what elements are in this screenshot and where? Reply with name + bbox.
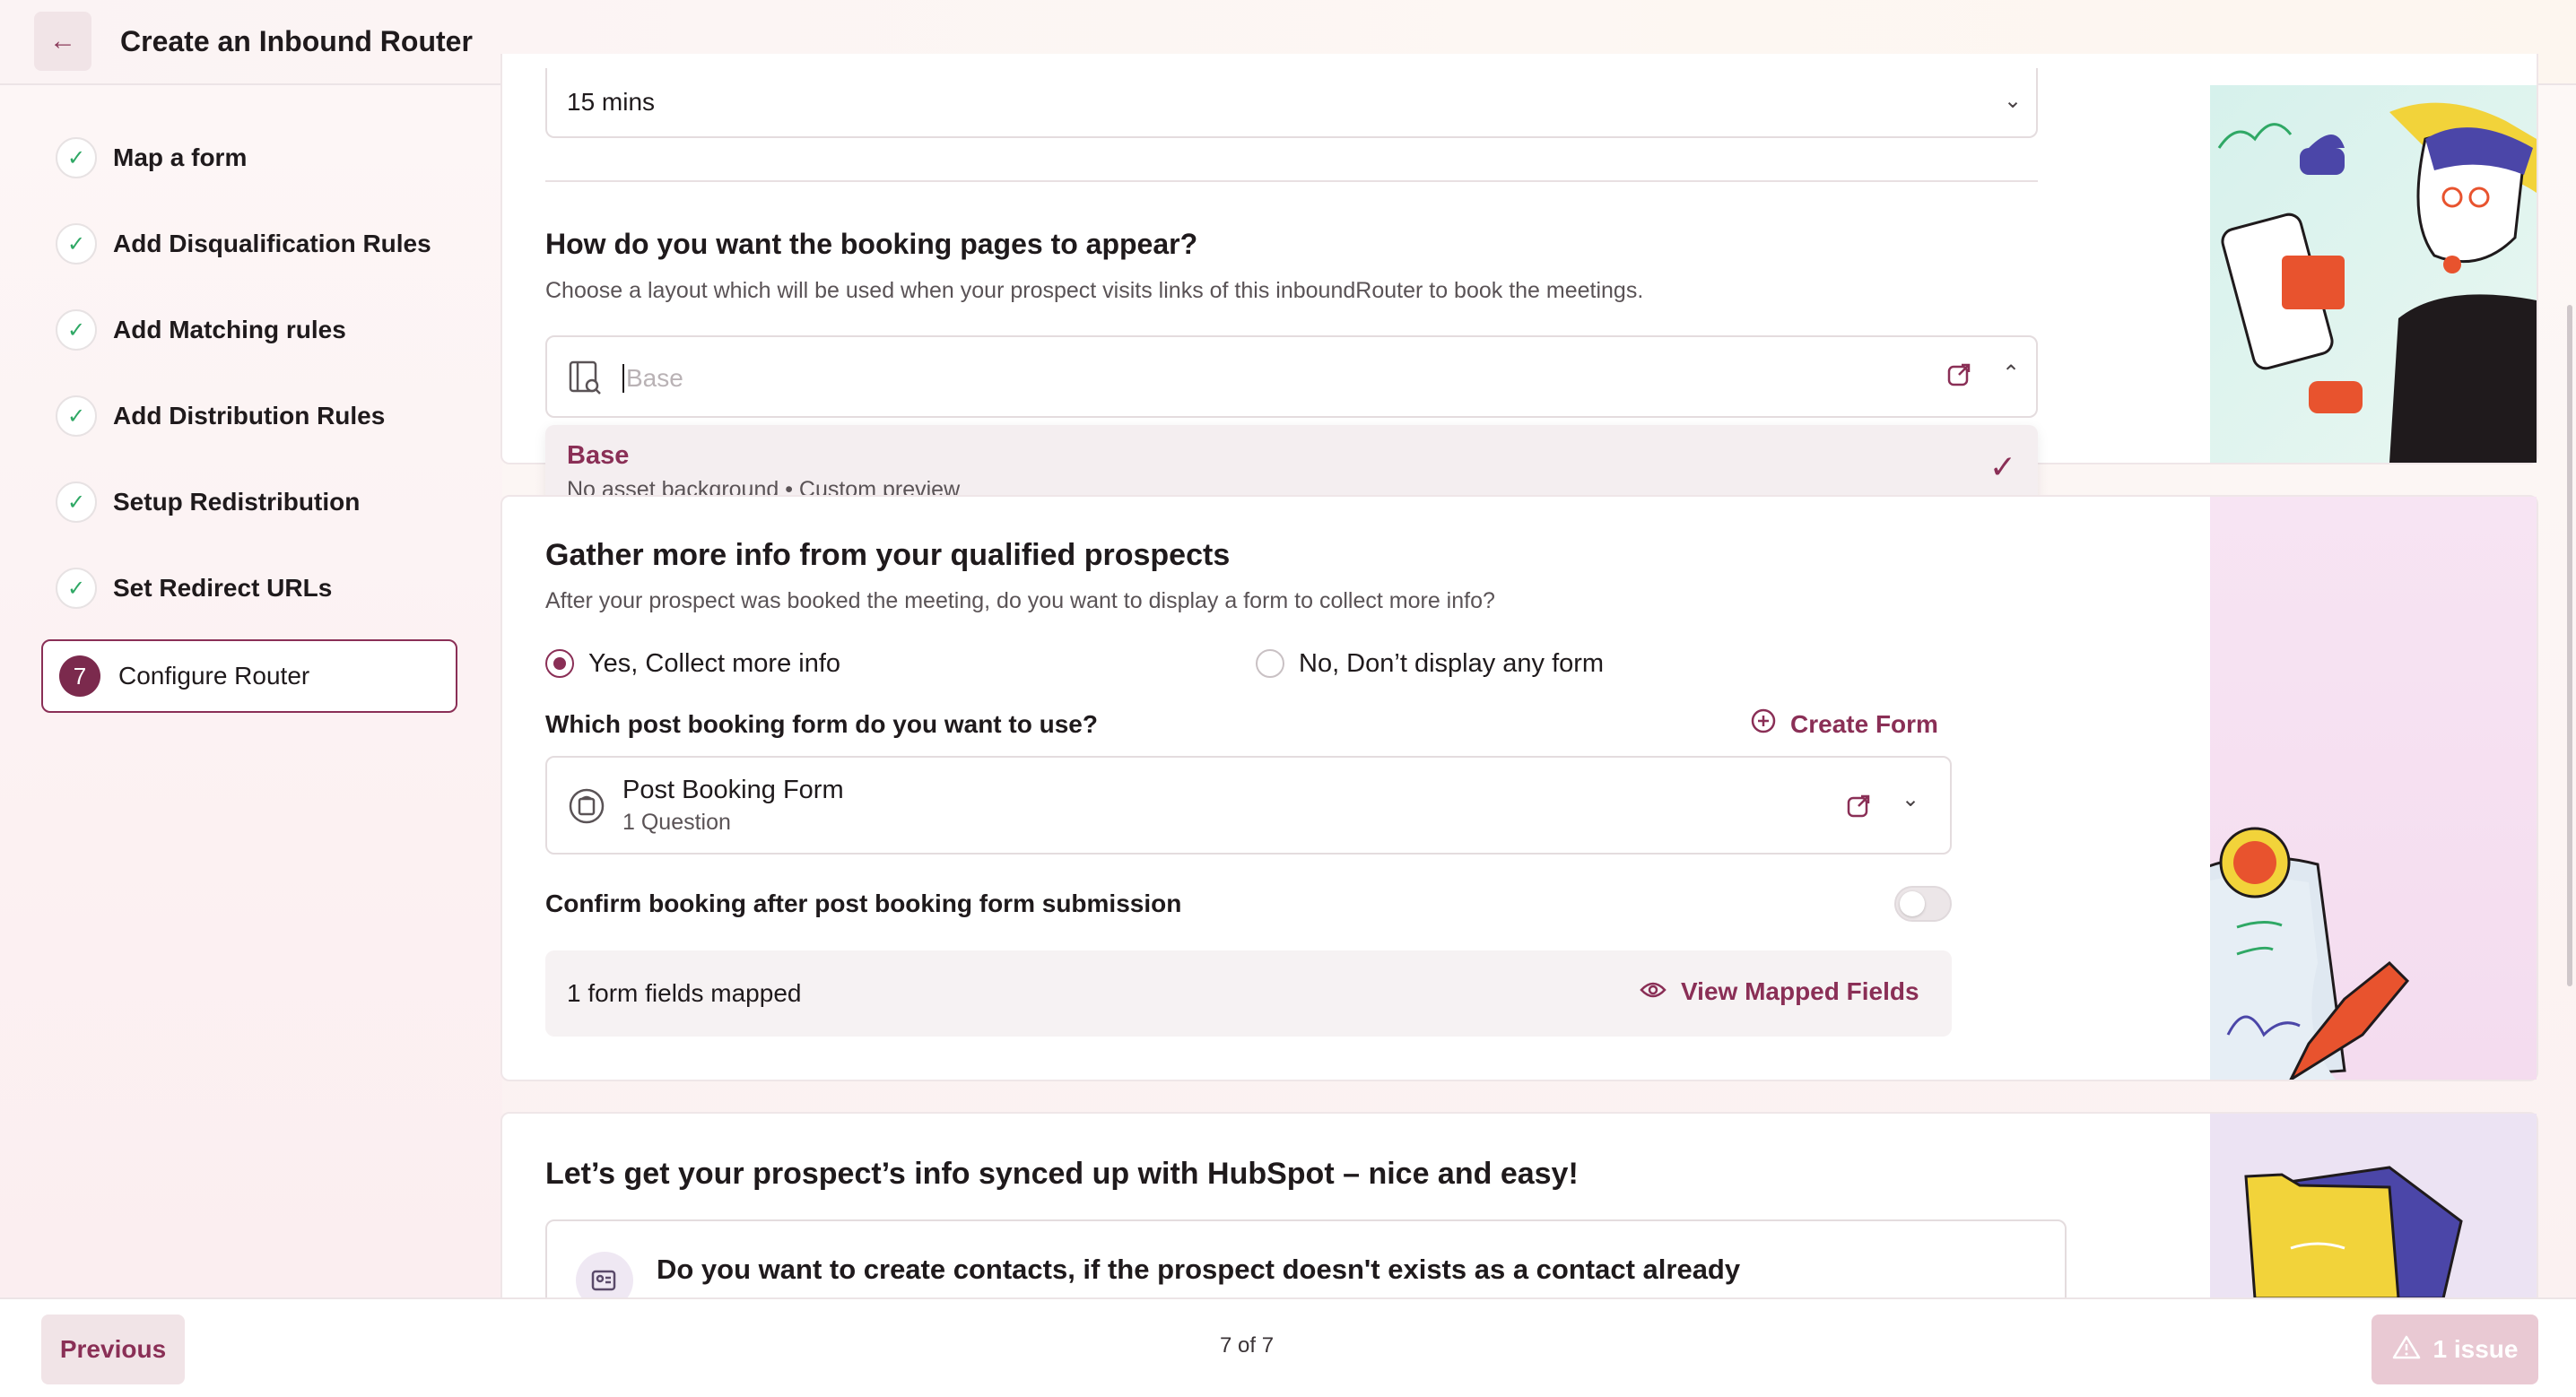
radio-no[interactable] [1256, 649, 1284, 678]
form-name: Post Booking Form [622, 776, 844, 804]
step-map-a-form[interactable]: ✓ Map a form [56, 136, 247, 179]
step-label: Add Distribution Rules [113, 402, 386, 430]
view-mapped-fields-button[interactable]: View Mapped Fields [1640, 977, 1919, 1006]
create-form-button[interactable]: Create Form [1751, 708, 1938, 740]
check-icon: ✓ [56, 223, 97, 265]
issues-label: 1 issue [2432, 1335, 2519, 1363]
post-booking-form-select[interactable]: Post Booking Form 1 Question ⌄ [545, 756, 1952, 855]
check-icon: ✓ [1989, 448, 2016, 485]
chevron-down-icon: ⌄ [2004, 89, 2023, 113]
booking-illustration [2210, 85, 2537, 463]
scrollbar[interactable] [2567, 305, 2572, 986]
gather-illustration [2156, 497, 2537, 1084]
plus-circle-icon [1751, 708, 1776, 740]
radio-no-label[interactable]: No, Don’t display any form [1299, 649, 1604, 679]
external-link-icon[interactable] [1846, 794, 1871, 825]
check-icon: ✓ [56, 482, 97, 523]
layout-section-subtitle: Choose a layout which will be used when … [545, 278, 1644, 303]
mapped-fields-box: 1 form fields mapped View Mapped Fields [545, 950, 1952, 1037]
step-label: Map a form [113, 143, 248, 171]
radio-yes-label[interactable]: Yes, Collect more info [588, 649, 840, 679]
step-label: Setup Redistribution [113, 488, 361, 516]
layout-section-title: How do you want the booking pages to app… [545, 228, 1198, 260]
chevron-up-icon[interactable]: ⌃ [2002, 360, 2020, 386]
footer-bar: Previous 7 of 7 1 issue [0, 1297, 2576, 1397]
previous-button[interactable]: Previous [41, 1315, 185, 1384]
back-button[interactable]: ← [34, 12, 91, 71]
step-add-disqualification-rules[interactable]: ✓ Add Disqualification Rules [56, 222, 431, 265]
create-form-label: Create Form [1790, 709, 1938, 738]
form-question-count: 1 Question [622, 810, 731, 835]
eye-icon [1640, 977, 1667, 1006]
view-mapped-label: View Mapped Fields [1681, 977, 1919, 1005]
step-label: Add Disqualification Rules [113, 230, 431, 257]
external-link-icon[interactable] [1946, 362, 1971, 394]
duration-select[interactable]: 15 mins ⌄ [545, 68, 2038, 138]
step-add-matching-rules[interactable]: ✓ Add Matching rules [56, 308, 346, 351]
page-title: Create an Inbound Router [120, 25, 473, 57]
warning-icon [2392, 1334, 2421, 1366]
section-divider [545, 180, 2038, 182]
page-indicator: 7 of 7 [1220, 1333, 1275, 1358]
step-label: Set Redirect URLs [113, 574, 333, 602]
form-icon [569, 788, 605, 831]
gather-section-title: Gather more info from your qualified pro… [545, 538, 1231, 572]
hubspot-section-title: Let’s get your prospect’s info synced up… [545, 1157, 1579, 1191]
step-label: Configure Router [118, 662, 310, 690]
arrow-left-icon: ← [49, 26, 76, 56]
check-icon: ✓ [56, 309, 97, 351]
step-setup-redistribution[interactable]: ✓ Setup Redistribution [56, 481, 360, 524]
step-configure-router[interactable]: 7 Configure Router [41, 639, 457, 713]
check-icon: ✓ [56, 568, 97, 609]
confirm-booking-toggle[interactable] [1894, 886, 1952, 922]
confirm-booking-label: Confirm booking after post booking form … [545, 889, 1182, 917]
hubspot-illustration [2210, 1114, 2537, 1300]
option-title: Base [567, 441, 630, 470]
mapped-fields-count: 1 form fields mapped [567, 979, 802, 1007]
form-document-illustration [2156, 827, 2410, 1084]
step-set-redirect-urls[interactable]: ✓ Set Redirect URLs [56, 567, 332, 610]
radio-yes[interactable] [545, 649, 574, 678]
person-phone-illustration [2217, 102, 2537, 463]
step-label: Add Matching rules [113, 316, 346, 343]
layout-placeholder: Base [622, 364, 683, 393]
folder-illustration [2244, 1166, 2463, 1300]
step-number-badge: 7 [59, 655, 100, 697]
step-add-distribution-rules[interactable]: ✓ Add Distribution Rules [56, 395, 385, 438]
chevron-down-icon[interactable]: ⌄ [1902, 786, 1919, 812]
check-icon: ✓ [56, 137, 97, 178]
duration-value: 15 mins [567, 88, 656, 116]
which-form-label: Which post booking form do you want to u… [545, 710, 1098, 738]
gather-section-subtitle: After your prospect was booked the meeti… [545, 588, 1495, 613]
check-icon: ✓ [56, 395, 97, 437]
create-contacts-question: Do you want to create contacts, if the p… [657, 1254, 1741, 1285]
layout-icon [569, 360, 603, 402]
issues-button[interactable]: 1 issue [2371, 1315, 2538, 1384]
layout-search-input[interactable]: Base ⌃ [545, 335, 2038, 418]
